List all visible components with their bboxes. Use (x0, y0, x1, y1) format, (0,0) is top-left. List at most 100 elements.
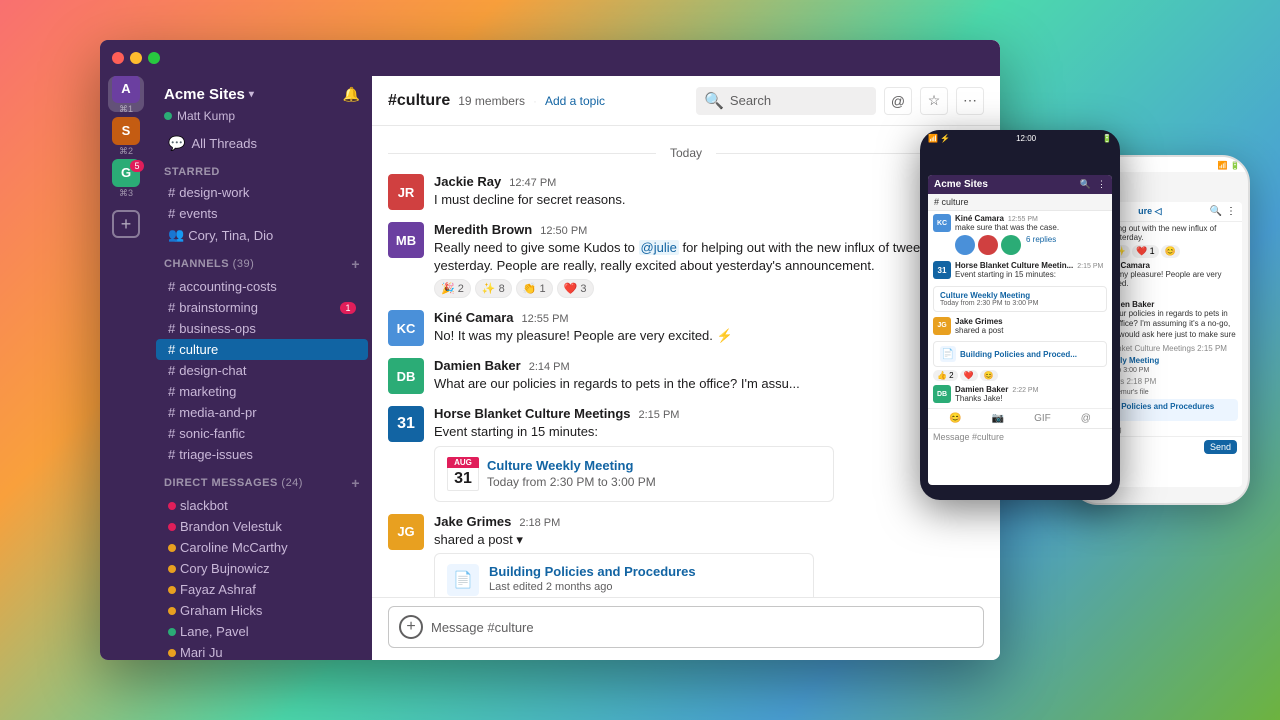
reaction-sparkle[interactable]: ✨ 8 (475, 279, 512, 298)
android-more-icon[interactable]: ⋮ (1097, 179, 1106, 190)
fullscreen-button[interactable] (148, 52, 160, 64)
android-search-icon[interactable]: 🔍 (1080, 179, 1091, 190)
post-title: Building Policies and Procedures (489, 564, 696, 579)
avatar-jackie-ray: JR (388, 174, 424, 210)
dm-status-dot (168, 628, 176, 636)
user-status: Matt Kump (152, 109, 372, 131)
online-status-dot (164, 112, 172, 120)
android-avatar-sm (955, 235, 975, 255)
messages-area[interactable]: Today JR Jackie Ray 12:47 PM I must decl… (372, 126, 1000, 597)
sidebar-item-business-ops[interactable]: # business-ops (156, 318, 368, 339)
hash-icon: # (168, 185, 175, 200)
hash-icon: # (168, 206, 175, 221)
channel-name: #culture (388, 92, 450, 110)
post-document-icon: 📄 (447, 564, 479, 596)
ios-reaction-4[interactable]: 😊 (1161, 245, 1180, 258)
dm-lane-pavel[interactable]: Lane, Pavel (156, 621, 368, 642)
sidebar-item-brainstorming[interactable]: # brainstorming 1 (156, 297, 368, 318)
message-input-placeholder[interactable]: Message #culture (431, 620, 973, 635)
person-group-icon: 👥 (168, 227, 184, 243)
dm-mari-ju[interactable]: Mari Ju (156, 642, 368, 660)
add-dm-button[interactable]: + (351, 475, 360, 491)
sidebar-item-cory-tina-dio[interactable]: 👥 Cory, Tina, Dio (156, 224, 368, 246)
hash-icon: # (168, 279, 175, 294)
ws-label-3: ⌘3 (119, 189, 133, 198)
dm-caroline-mccarthy[interactable]: Caroline McCarthy (156, 537, 368, 558)
android-reaction-3[interactable]: 😊 (980, 370, 998, 381)
add-channel-button[interactable]: + (351, 256, 360, 272)
sidebar-item-design-work[interactable]: # design-work (156, 182, 368, 203)
avatar-meredith-brown: MB (388, 222, 424, 258)
android-avatar-sm2 (978, 235, 998, 255)
calendar-event: AUG 31 Culture Weekly Meeting Today from… (434, 446, 834, 502)
add-attachment-button[interactable]: + (399, 615, 423, 639)
search-bar[interactable]: 🔍 Search (696, 87, 876, 115)
dm-fayaz-ashraf[interactable]: Fayaz Ashraf (156, 579, 368, 600)
reaction-clap[interactable]: 👏 1 (516, 279, 553, 298)
android-status-bar: 📶 ⚡ 12:00 🔋 (920, 130, 1120, 145)
message-kine-camara: KC Kiné Camara 12:55 PM No! It was my pl… (372, 304, 1000, 352)
dm-brandon-velestuk[interactable]: Brandon Velestuk (156, 516, 368, 537)
notifications-bell-icon[interactable]: 🔔 (343, 86, 360, 103)
dm-status-dot (168, 502, 176, 510)
star-button[interactable]: ☆ (920, 87, 948, 115)
message-jake-grimes: JG Jake Grimes 2:18 PM shared a post ▾ 📄… (372, 508, 1000, 597)
android-reaction-1[interactable]: 👍 2 (933, 370, 958, 381)
mention-icon[interactable]: @ (1081, 413, 1091, 424)
all-threads-item[interactable]: 💬 All Threads (156, 131, 368, 156)
dm-cory-bujnowicz[interactable]: Cory Bujnowicz (156, 558, 368, 579)
dm-slackbot[interactable]: slackbot (156, 495, 368, 516)
workspace-icon-2[interactable]: S ⌘2 (108, 118, 144, 154)
sidebar-item-design-chat[interactable]: # design-chat (156, 360, 368, 381)
gif-icon[interactable]: GIF (1034, 413, 1051, 424)
reaction-heart[interactable]: ❤️ 3 (557, 279, 594, 298)
sidebar-item-accounting-costs[interactable]: # accounting-costs (156, 276, 368, 297)
minimize-button[interactable] (130, 52, 142, 64)
traffic-lights (112, 52, 160, 64)
brainstorming-badge: 1 (340, 302, 356, 314)
android-msg-jake: JG Jake Grimes shared a post (928, 314, 1112, 339)
phone-android: 📶 ⚡ 12:00 🔋 Acme Sites 🔍 ⋮ # culture KC … (920, 130, 1120, 500)
ios-search-icon[interactable]: 🔍 (1210, 206, 1222, 217)
emoji-icon[interactable]: 😊 (949, 413, 961, 424)
workspace-icon-1[interactable]: A ⌘1 (108, 76, 144, 112)
sidebar-item-media-and-pr[interactable]: # media-and-pr (156, 402, 368, 423)
android-phone-content: Acme Sites 🔍 ⋮ # culture KC Kiné Camara … (928, 175, 1112, 485)
android-msg-kine: KC Kiné Camara 12:55 PM make sure that w… (928, 211, 1112, 258)
event-title[interactable]: Culture Weekly Meeting (487, 458, 821, 473)
ios-send-button[interactable]: Send (1204, 440, 1237, 454)
sidebar-item-sonic-fanfic[interactable]: # sonic-fanfic (156, 423, 368, 444)
message-input-box[interactable]: + Message #culture (388, 606, 984, 648)
more-options-button[interactable]: ⋯ (956, 87, 984, 115)
sidebar-item-marketing[interactable]: # marketing (156, 381, 368, 402)
sidebar-item-triage-issues[interactable]: # triage-issues (156, 444, 368, 465)
header-actions: 🔍 Search @ ☆ ⋯ (696, 87, 984, 115)
date-divider: Today (388, 146, 984, 160)
workspace-icon-3[interactable]: G ⌘3 5 (108, 160, 144, 196)
shared-post[interactable]: 📄 Building Policies and Procedures Last … (434, 553, 814, 597)
starred-section-label: STARRED (152, 156, 372, 182)
hash-icon: # (168, 321, 175, 336)
sidebar-item-culture[interactable]: # culture (156, 339, 368, 360)
channel-header: #culture 19 members · Add a topic 🔍 Sear… (372, 76, 1000, 126)
dm-graham-hicks[interactable]: Graham Hicks (156, 600, 368, 621)
android-reaction-2[interactable]: ❤️ (960, 370, 978, 381)
mention-julie: @julie (639, 240, 679, 255)
close-button[interactable] (112, 52, 124, 64)
android-input-bar[interactable]: Message #culture (928, 428, 1112, 445)
ios-reaction-3[interactable]: ❤️ 1 (1132, 245, 1159, 258)
android-event-card: Culture Weekly Meeting Today from 2:30 P… (933, 286, 1107, 312)
dm-status-dot (168, 565, 176, 573)
reaction-party[interactable]: 🎉 2 (434, 279, 471, 298)
sidebar-item-events[interactable]: # events (156, 203, 368, 224)
android-toolbar: 😊 📷 GIF @ (928, 408, 1112, 428)
message-meredith-brown: MB Meredith Brown 12:50 PM Really need t… (372, 216, 1000, 304)
threads-icon: 💬 (168, 135, 185, 152)
image-icon[interactable]: 📷 (992, 413, 1004, 424)
workspace-name[interactable]: Acme Sites ▾ (164, 86, 254, 103)
ios-more-icon[interactable]: ⋮ (1226, 206, 1236, 217)
add-workspace-button[interactable]: + (112, 210, 140, 238)
dm-section-label: DIRECT MESSAGES (24) + (152, 465, 372, 495)
ws-label-1: ⌘1 (119, 105, 133, 114)
at-mention-button[interactable]: @ (884, 87, 912, 115)
